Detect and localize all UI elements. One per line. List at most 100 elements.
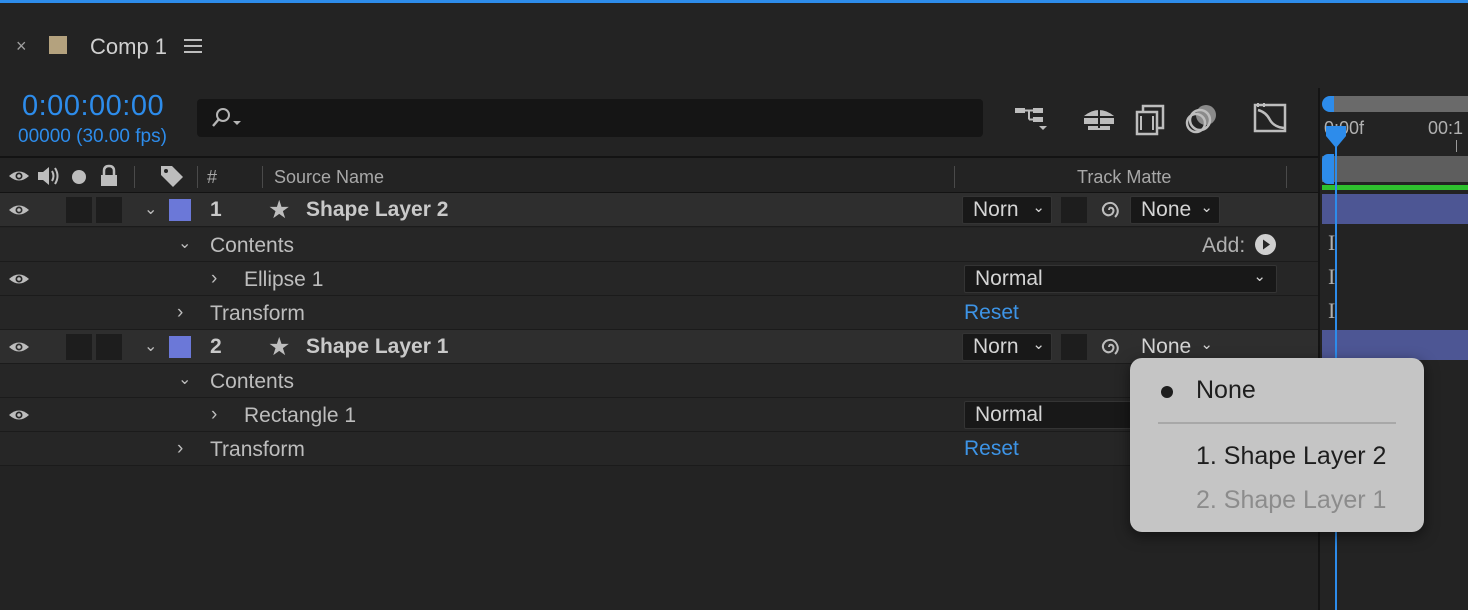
add-menu-button[interactable] <box>1254 233 1277 256</box>
chevron-down-icon: ⌄ <box>1200 336 1213 353</box>
layer-number: 1 <box>210 198 222 221</box>
eye-icon[interactable] <box>8 338 30 356</box>
property-group-row[interactable]: › Transform Reset <box>0 296 1318 330</box>
property-group-row[interactable]: › Transform Reset <box>0 432 1318 466</box>
chevron-right-icon[interactable]: › <box>177 302 183 324</box>
draft-3d-icon[interactable] <box>1080 102 1118 136</box>
column-divider <box>262 166 263 188</box>
shape-blend-mode-value: Normal <box>975 403 1043 426</box>
property-group-row[interactable]: ⌄ Contents <box>0 364 1318 398</box>
chevron-right-icon[interactable]: › <box>177 438 183 460</box>
lock-switch[interactable] <box>96 334 122 360</box>
menu-separator <box>1158 422 1396 424</box>
layer-label-color[interactable] <box>169 336 191 358</box>
panel-title[interactable]: Comp 1 <box>90 34 167 60</box>
panel-menu-icon[interactable] <box>184 39 202 57</box>
contents-label: Contents <box>210 370 295 393</box>
solo-switch[interactable] <box>66 334 92 360</box>
layer-duration-bar[interactable] <box>1322 330 1468 360</box>
video-visibility-icon[interactable] <box>8 167 30 185</box>
selected-bullet-icon <box>1161 386 1173 398</box>
shape-blend-mode-dropdown[interactable]: Normal ⌄ <box>964 265 1277 293</box>
playhead-icon[interactable] <box>1326 126 1346 148</box>
menu-item-shape-layer-2[interactable]: 1. Shape Layer 2 <box>1196 442 1386 471</box>
track-matte-value: None <box>1141 198 1192 221</box>
eye-icon[interactable] <box>8 406 30 424</box>
audio-icon[interactable] <box>36 165 62 187</box>
chevron-down-icon[interactable]: ⌄ <box>178 369 191 389</box>
layer-row[interactable]: ⌄ 1 ★ Shape Layer 2 Norn ⌄ None ⌄ <box>0 193 1318 227</box>
add-label: Add: <box>1202 234 1246 257</box>
chevron-right-icon[interactable]: › <box>211 404 217 426</box>
composition-flowchart-icon[interactable] <box>1013 102 1051 136</box>
solo-switch[interactable] <box>66 197 92 223</box>
reset-transform-link[interactable]: Reset <box>964 437 1019 461</box>
track-matte-value: None <box>1141 335 1192 358</box>
transform-label: Transform <box>210 302 305 325</box>
property-row[interactable]: › Rectangle 1 Normal <box>0 398 1318 432</box>
menu-item-shape-layer-1: 2. Shape Layer 1 <box>1196 486 1387 514</box>
layer-search-input[interactable] <box>197 99 983 137</box>
label-tag-icon[interactable] <box>159 164 185 188</box>
motion-blur-icon[interactable] <box>1184 102 1222 136</box>
frame-blending-icon[interactable] <box>1133 102 1171 136</box>
chevron-down-icon: ⌄ <box>1200 199 1213 216</box>
column-divider <box>1286 166 1287 188</box>
chevron-down-icon[interactable]: ⌄ <box>144 336 157 356</box>
chevron-right-icon[interactable]: › <box>211 268 217 290</box>
shape-blend-mode-value: Normal <box>975 267 1043 290</box>
number-column-header[interactable]: # <box>207 167 217 188</box>
track-matte-pickwhip-icon[interactable] <box>1096 335 1122 359</box>
work-area-start-handle[interactable] <box>1322 154 1334 184</box>
source-name-column-header[interactable]: Source Name <box>274 167 384 188</box>
close-tab-button[interactable]: × <box>16 36 27 57</box>
layer-name[interactable]: Shape Layer 2 <box>306 198 448 222</box>
ruler-label: 00:1 <box>1428 118 1464 138</box>
property-row[interactable]: › Ellipse 1 Normal ⌄ <box>0 262 1318 296</box>
blend-mode-value: Norn <box>973 198 1019 221</box>
menu-item-none[interactable]: None <box>1196 376 1256 405</box>
column-divider <box>134 166 135 188</box>
layer-name[interactable]: Shape Layer 1 <box>306 335 448 359</box>
graph-editor-icon[interactable] <box>1252 102 1290 136</box>
chevron-down-icon: ⌄ <box>1032 336 1045 353</box>
chevron-down-icon: ⌄ <box>1032 199 1045 216</box>
layer-label-color[interactable] <box>169 199 191 221</box>
shape-layer-star-icon: ★ <box>268 196 291 224</box>
work-area-render-bar <box>1322 185 1468 190</box>
track-matte-dropdown[interactable]: None ⌄ <box>1130 333 1220 361</box>
track-matte-dropdown[interactable]: None ⌄ <box>1130 196 1220 224</box>
preserve-transparency-switch[interactable] <box>1061 334 1087 360</box>
lock-icon[interactable] <box>99 164 119 188</box>
lock-switch[interactable] <box>96 197 122 223</box>
layer-row[interactable]: ⌄ 2 ★ Shape Layer 1 Norn ⌄ None ⌄ <box>0 330 1318 364</box>
transform-label: Transform <box>210 438 305 461</box>
column-divider <box>197 166 198 188</box>
current-time-display[interactable]: 0:00:00:00 <box>22 90 164 123</box>
preserve-transparency-switch[interactable] <box>1061 197 1087 223</box>
property-group-row[interactable]: ⌄ Contents Add: <box>0 228 1318 262</box>
solo-icon[interactable] <box>71 169 87 185</box>
column-header-row: # Source Name Track Matte <box>0 156 1318 194</box>
track-matte-pickwhip-icon[interactable] <box>1096 198 1122 222</box>
column-divider <box>954 166 955 188</box>
eye-icon[interactable] <box>8 270 30 288</box>
chevron-down-icon[interactable]: ⌄ <box>144 199 157 219</box>
chevron-down-icon[interactable]: ⌄ <box>178 233 191 253</box>
blend-mode-dropdown[interactable]: Norn ⌄ <box>962 333 1052 361</box>
layer-duration-bar[interactable] <box>1322 194 1468 224</box>
shape-layer-star-icon: ★ <box>268 333 291 361</box>
panel-tab-bar: × Comp 1 <box>0 3 1468 83</box>
shape-group-name[interactable]: Rectangle 1 <box>244 404 356 428</box>
chevron-down-icon: ⌄ <box>1253 268 1266 285</box>
ruler-tick <box>1456 140 1457 152</box>
work-area-bar[interactable] <box>1322 156 1468 182</box>
contents-label: Contents <box>210 234 295 257</box>
time-navigator-start-handle[interactable] <box>1322 96 1334 112</box>
blend-mode-dropdown[interactable]: Norn ⌄ <box>962 196 1052 224</box>
eye-icon[interactable] <box>8 201 30 219</box>
reset-transform-link[interactable]: Reset <box>964 301 1019 325</box>
shape-group-name[interactable]: Ellipse 1 <box>244 268 323 292</box>
time-navigator-bar[interactable] <box>1330 96 1468 112</box>
track-matte-column-header[interactable]: Track Matte <box>1077 167 1171 188</box>
